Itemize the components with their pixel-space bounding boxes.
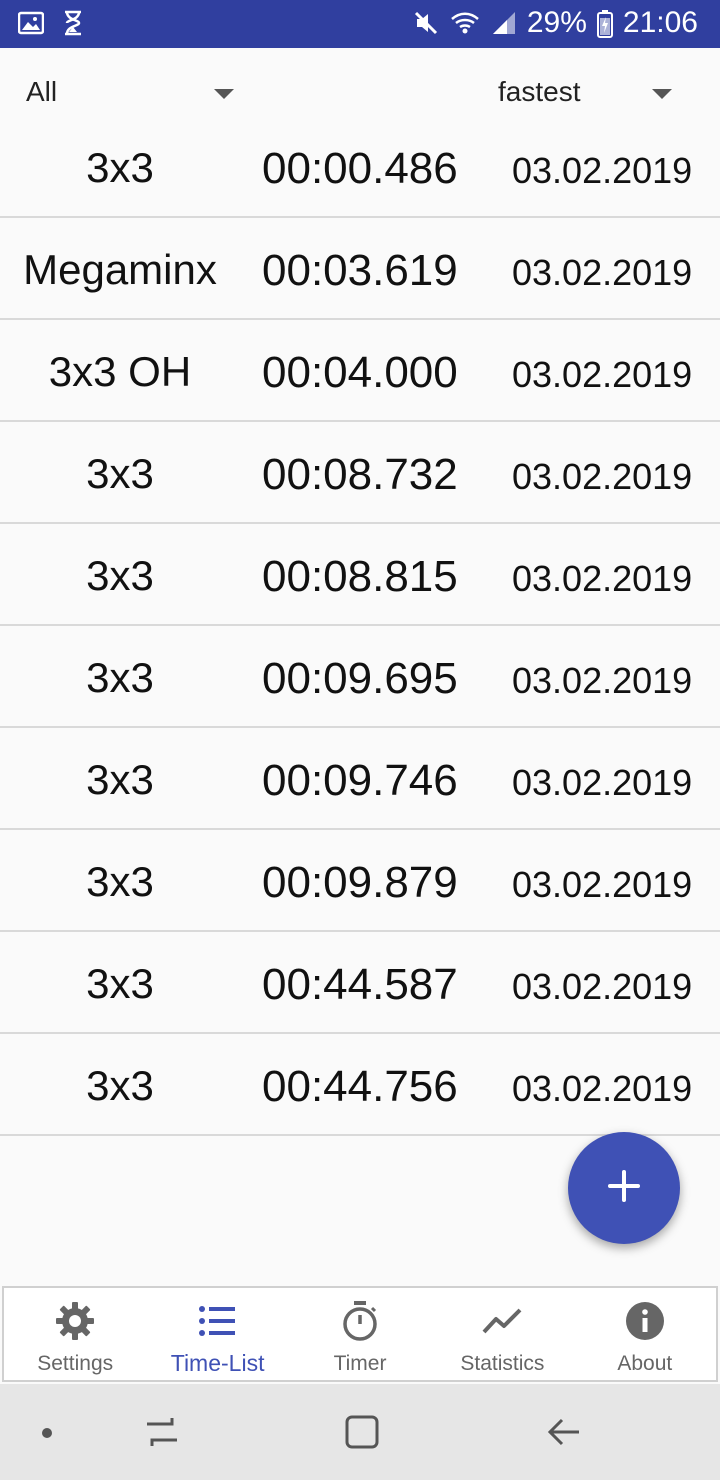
list-item[interactable]: 3x3 00:44.587 03.02.2019 [0, 932, 720, 1034]
event-name: 3x3 [86, 552, 154, 599]
solve-time: 00:04.000 [262, 348, 458, 397]
solve-date: 03.02.2019 [512, 456, 693, 497]
solve-date: 03.02.2019 [512, 660, 693, 701]
status-bar: 29% 21:06 [0, 0, 720, 48]
signal-icon [491, 10, 517, 36]
solve-time: 00:09.879 [262, 858, 458, 907]
event-name: Megaminx [23, 246, 217, 293]
solve-time: 00:03.619 [262, 246, 458, 295]
list-item[interactable]: 3x3 00:09.746 03.02.2019 [0, 728, 720, 830]
recent-apps-icon[interactable] [144, 1414, 180, 1455]
info-icon [624, 1300, 666, 1342]
gallery-icon [17, 10, 45, 36]
chart-line-icon [481, 1300, 523, 1342]
solve-date: 03.02.2019 [512, 762, 693, 803]
event-name: 3x3 [86, 654, 154, 701]
bottom-navigation: Settings Time-List Timer Statistics Abou… [2, 1286, 718, 1382]
solve-date: 03.02.2019 [512, 150, 693, 191]
solve-time: 00:09.746 [262, 756, 458, 805]
list-item[interactable]: 3x3 00:08.732 03.02.2019 [0, 422, 720, 524]
list-item[interactable]: 3x3 00:09.879 03.02.2019 [0, 830, 720, 932]
solve-date: 03.02.2019 [512, 354, 693, 395]
plus-icon [607, 1169, 641, 1208]
mute-icon [413, 10, 439, 36]
tab-statistics[interactable]: Statistics [431, 1288, 573, 1380]
list-item[interactable]: 3x3 OH 00:04.000 03.02.2019 [0, 320, 720, 422]
solve-date: 03.02.2019 [512, 966, 693, 1007]
solve-date: 03.02.2019 [512, 1068, 693, 1109]
gear-icon [54, 1300, 96, 1342]
dot-icon[interactable] [40, 1426, 54, 1445]
tab-label: About [617, 1352, 673, 1375]
event-name: 3x3 [86, 858, 154, 905]
tab-label: Settings [37, 1352, 114, 1375]
add-solve-button[interactable] [568, 1132, 680, 1244]
event-name: 3x3 [86, 756, 154, 803]
list-item[interactable]: 3x3 00:08.815 03.02.2019 [0, 524, 720, 626]
tab-about[interactable]: About [574, 1288, 716, 1380]
tab-label: Time-List [170, 1350, 265, 1376]
event-name: 3x3 [86, 144, 154, 191]
event-name: 3x3 [86, 1062, 154, 1109]
status-time: 21:06 [622, 6, 698, 39]
sort-dropdown-value: fastest [498, 76, 581, 107]
wifi-icon [449, 10, 481, 36]
event-name: 3x3 OH [48, 348, 192, 395]
stopwatch-icon [339, 1300, 381, 1342]
tab-label: Statistics [460, 1352, 545, 1375]
list-item[interactable]: 3x3 00:44.756 03.02.2019 [0, 1034, 720, 1136]
solve-date: 03.02.2019 [512, 864, 693, 905]
list-item[interactable]: 3x3 00:09.695 03.02.2019 [0, 626, 720, 728]
solve-date: 03.02.2019 [512, 252, 693, 293]
category-dropdown-value: All [26, 76, 58, 107]
tab-label: Timer [333, 1352, 387, 1375]
list-item[interactable]: 3x3 00:00.486 03.02.2019 [0, 116, 720, 218]
back-icon[interactable] [546, 1414, 582, 1455]
hourglass-icon [62, 10, 88, 36]
event-name: 3x3 [86, 450, 154, 497]
solve-time: 00:09.695 [262, 654, 458, 703]
chevron-down-icon [214, 89, 234, 99]
solve-time: 00:00.486 [262, 144, 458, 193]
battery-percent: 29% [526, 6, 587, 39]
solve-time: 00:44.587 [262, 960, 458, 1009]
list-icon [197, 1300, 239, 1342]
home-icon[interactable] [344, 1414, 380, 1455]
event-name: 3x3 [86, 960, 154, 1007]
tab-time-list[interactable]: Time-List [146, 1288, 288, 1380]
chevron-down-icon [652, 89, 672, 99]
solve-time: 00:44.756 [262, 1062, 458, 1111]
system-navigation-bar [0, 1384, 720, 1480]
solve-time: 00:08.732 [262, 450, 458, 499]
battery-icon [596, 10, 613, 38]
solve-time: 00:08.815 [262, 552, 458, 601]
tab-settings[interactable]: Settings [4, 1288, 146, 1380]
solve-list: 3x3 00:00.486 03.02.2019 Megaminx 00:03.… [0, 116, 720, 1136]
tab-timer[interactable]: Timer [289, 1288, 431, 1380]
list-item[interactable]: Megaminx 00:03.619 03.02.2019 [0, 218, 720, 320]
solve-date: 03.02.2019 [512, 558, 693, 599]
